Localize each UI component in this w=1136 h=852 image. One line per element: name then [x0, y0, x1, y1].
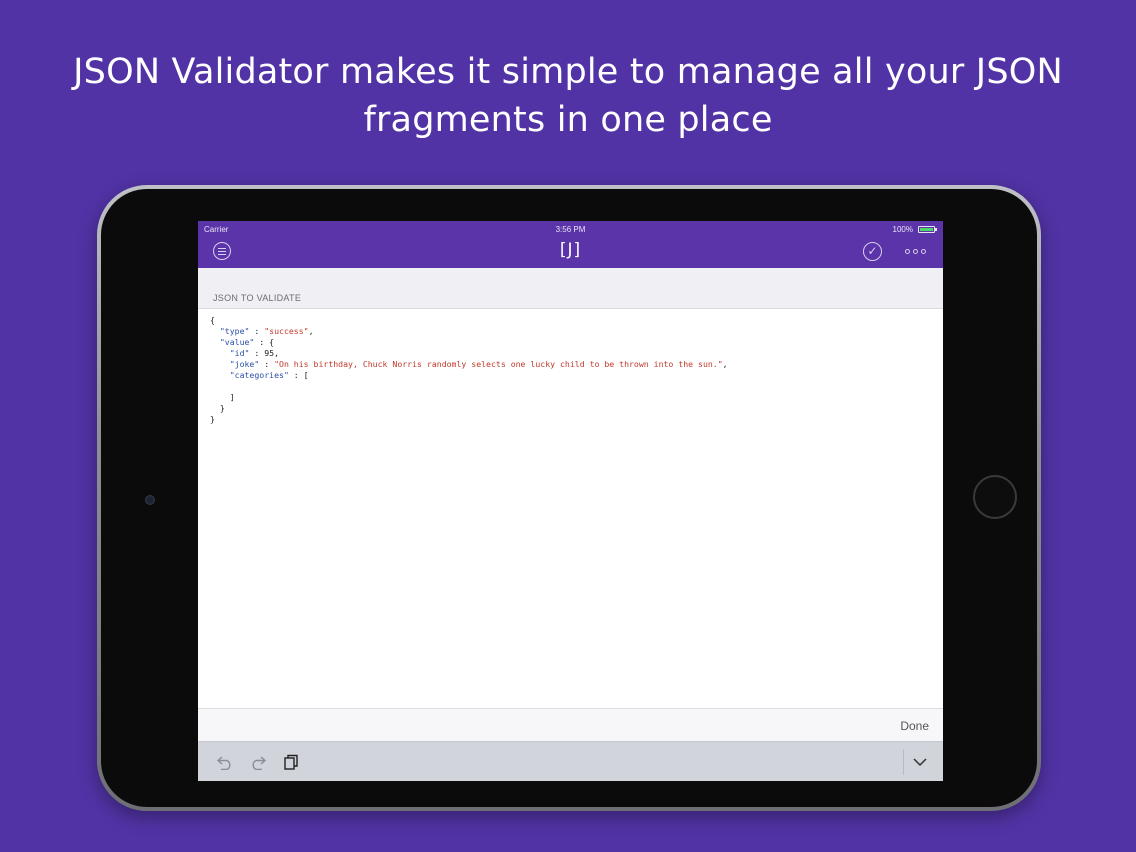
checkmark-icon[interactable]: ✓	[863, 242, 882, 261]
editor-indent	[210, 403, 220, 413]
editor-value: "On his birthday, Chuck Norris randomly …	[274, 359, 723, 369]
editor-line: {	[210, 315, 930, 326]
editor-line: "value" : {	[210, 337, 930, 348]
input-accessory-bar: Done	[198, 708, 943, 742]
editor-key: "joke"	[229, 359, 260, 369]
status-time: 3:56 PM	[555, 225, 586, 234]
section-header: JSON TO VALIDATE	[198, 268, 943, 309]
headline-line-1: JSON Validator makes it simple to manage…	[73, 52, 1063, 92]
status-battery-percent: 100%	[892, 225, 913, 234]
editor-sep: :	[249, 326, 265, 336]
editor-punct: 95,	[264, 348, 280, 358]
section-label: JSON TO VALIDATE	[213, 293, 302, 303]
editor-punct: ,	[308, 326, 314, 336]
app-screen: Carrier 3:56 PM 100% [J] ✓ JSON TO VALID…	[198, 221, 943, 781]
editor-indent	[210, 392, 230, 402]
app-title: [J]	[559, 240, 582, 260]
headline-line-2: fragments in one place	[363, 100, 773, 140]
status-bar: Carrier 3:56 PM 100%	[198, 221, 943, 237]
camera-icon	[145, 495, 155, 505]
editor-punct: }	[219, 403, 225, 413]
done-button[interactable]: Done	[900, 719, 929, 733]
undo-icon[interactable]	[216, 754, 234, 774]
editor-key: "value"	[219, 337, 255, 347]
editor-sep: :	[249, 348, 265, 358]
keyboard-toolbar	[198, 741, 943, 781]
editor-line: ]	[210, 392, 930, 403]
battery-icon	[918, 226, 937, 233]
ipad-device: Carrier 3:56 PM 100% [J] ✓ JSON TO VALID…	[97, 185, 1041, 811]
editor-indent	[210, 370, 230, 380]
editor-punct: {	[269, 337, 275, 347]
editor-key: "categories"	[229, 370, 289, 380]
json-editor[interactable]: { "type" : "success", "value" : { "id" :…	[210, 315, 930, 425]
editor-sep: :	[259, 359, 275, 369]
editor-punct: [	[303, 370, 309, 380]
editor-punct: ,	[722, 359, 728, 369]
editor-key: "type"	[219, 326, 250, 336]
dismiss-keyboard-icon[interactable]	[912, 754, 928, 770]
more-icon[interactable]	[905, 249, 927, 255]
editor-line: }	[210, 414, 930, 425]
headline: JSON Validator makes it simple to manage…	[0, 48, 1136, 144]
editor-line: "type" : "success",	[210, 326, 930, 337]
editor-indent	[210, 326, 220, 336]
editor-punct: }	[210, 414, 215, 424]
editor-punct: ]	[229, 392, 235, 402]
editor-line: "joke" : "On his birthday, Chuck Norris …	[210, 359, 930, 370]
navigation-bar: Carrier 3:56 PM 100% [J] ✓	[198, 221, 943, 268]
editor-indent	[210, 359, 230, 369]
editor-sep: :	[254, 337, 270, 347]
toolbar-divider	[903, 749, 904, 775]
ipad-bezel: Carrier 3:56 PM 100% [J] ✓ JSON TO VALID…	[101, 189, 1037, 807]
editor-value: "success"	[264, 326, 309, 336]
editor-line: "id" : 95,	[210, 348, 930, 359]
editor-sep: :	[288, 370, 304, 380]
editor-indent	[210, 337, 220, 347]
paste-icon[interactable]	[283, 754, 299, 774]
editor-line: "categories" : [	[210, 370, 930, 381]
editor-line: }	[210, 403, 930, 414]
editor-key: "id"	[229, 348, 250, 358]
redo-icon[interactable]	[249, 754, 267, 774]
editor-indent	[210, 348, 230, 358]
editor-punct: {	[210, 315, 215, 325]
home-button[interactable]	[973, 475, 1017, 519]
